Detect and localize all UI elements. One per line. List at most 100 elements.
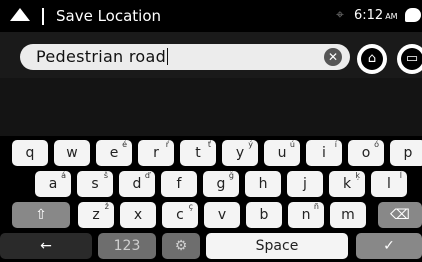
key-label: f <box>176 176 182 192</box>
key-r[interactable]: rŕ <box>138 140 174 166</box>
key-label: ✓ <box>383 238 395 254</box>
title-separator <box>42 8 44 25</box>
clock-ampm: AM <box>385 12 398 21</box>
back-arrow-key[interactable]: ← <box>0 233 92 259</box>
shift-key[interactable]: ⇧ <box>12 202 70 228</box>
suggestions-area <box>0 78 422 136</box>
key-label: m <box>341 207 355 223</box>
clear-icon[interactable]: ✕ <box>324 48 342 66</box>
page-title: Save Location <box>56 7 162 25</box>
key-label: i <box>322 145 326 161</box>
briefcase-icon: ▭ <box>401 48 422 70</box>
back-icon[interactable] <box>10 8 30 21</box>
text-caret <box>167 48 169 65</box>
search-input[interactable]: Pedestrian road <box>36 47 169 67</box>
key-label: e <box>109 145 119 161</box>
key-j[interactable]: j <box>287 171 323 197</box>
key-x[interactable]: x <box>120 202 156 228</box>
confirm-key[interactable]: ✓ <box>356 233 422 259</box>
key-label: a <box>48 176 58 192</box>
key-label: g <box>216 176 226 192</box>
key-p[interactable]: p <box>390 140 422 166</box>
key-label: l <box>387 176 391 192</box>
key-label: j <box>303 176 307 192</box>
save-location-button[interactable]: ▭ <box>397 44 422 74</box>
key-label: w <box>66 145 78 161</box>
key-alt-char: ú <box>289 140 295 149</box>
key-h[interactable]: h <box>245 171 281 197</box>
key-u[interactable]: uú <box>264 140 300 166</box>
key-label: r <box>153 145 159 161</box>
gps-off-icon: ⌖ <box>336 7 344 23</box>
key-c[interactable]: cç <box>162 202 198 228</box>
key-label: x <box>133 207 143 223</box>
key-label: t <box>195 145 201 161</box>
key-w[interactable]: w <box>54 140 90 166</box>
key-v[interactable]: v <box>204 202 240 228</box>
key-l[interactable]: lĺ <box>371 171 407 197</box>
settings-key[interactable]: ⚙ <box>162 233 200 259</box>
key-alt-char: í <box>334 140 337 149</box>
key-label: b <box>259 207 269 223</box>
key-label: d <box>132 176 142 192</box>
home-button[interactable]: ⌂ <box>357 44 387 74</box>
key-s[interactable]: sš <box>77 171 113 197</box>
key-label: k <box>342 176 352 192</box>
key-label: ⌫ <box>390 207 410 223</box>
key-z[interactable]: zž <box>78 202 114 228</box>
key-alt-char: ç <box>188 202 193 211</box>
key-e[interactable]: eé <box>96 140 132 166</box>
key-alt-char: é <box>122 140 127 149</box>
key-label: p <box>403 145 413 161</box>
key-label: ⚙ <box>174 238 188 254</box>
onscreen-keyboard: q w e é r ŕ t ť y ý u ú i í o ó p a á s š d ď f g ğ h j k ķ l ĺ ⇧ z ž x c ç v b… <box>0 136 422 262</box>
key-t[interactable]: tť <box>180 140 216 166</box>
key-alt-char: ŕ <box>165 140 169 149</box>
key-alt-char: ñ <box>313 202 319 211</box>
key-alt-char: ó <box>374 140 379 149</box>
key-label: Space <box>255 238 299 254</box>
key-label: o <box>361 145 371 161</box>
key-label: q <box>25 145 35 161</box>
key-d[interactable]: dď <box>119 171 155 197</box>
key-alt-char: ĺ <box>399 171 402 180</box>
key-k[interactable]: kķ <box>329 171 365 197</box>
home-icon: ⌂ <box>361 48 383 70</box>
key-label: s <box>91 176 99 192</box>
key-label: n <box>301 207 311 223</box>
search-field[interactable]: Pedestrian road ✕ <box>20 44 350 70</box>
key-label: ⇧ <box>35 207 47 223</box>
key-alt-char: š <box>103 171 108 180</box>
key-label: 123 <box>113 238 141 254</box>
key-label: u <box>277 145 287 161</box>
search-value: Pedestrian road <box>36 47 167 66</box>
key-alt-char: ď <box>144 171 150 180</box>
key-label: ← <box>40 238 52 254</box>
key-alt-char: á <box>61 171 66 180</box>
key-alt-char: ķ <box>355 171 360 180</box>
key-q[interactable]: q <box>12 140 48 166</box>
message-icon[interactable] <box>405 8 421 22</box>
space-key[interactable]: Space <box>206 233 348 259</box>
key-alt-char: ğ <box>228 171 234 180</box>
status-clock: 6:12 AM <box>354 8 398 23</box>
key-y[interactable]: yý <box>222 140 258 166</box>
key-alt-char: ý <box>248 140 253 149</box>
key-m[interactable]: m <box>330 202 366 228</box>
key-g[interactable]: gğ <box>203 171 239 197</box>
key-f[interactable]: f <box>161 171 197 197</box>
key-label: v <box>217 207 227 223</box>
key-i[interactable]: ií <box>306 140 342 166</box>
key-label: z <box>92 207 100 223</box>
key-a[interactable]: aá <box>35 171 71 197</box>
numbers-key[interactable]: 123 <box>98 233 156 259</box>
key-label: h <box>258 176 268 192</box>
title-bar: Save Location ⌖ 6:12 AM <box>0 0 422 32</box>
key-b[interactable]: b <box>246 202 282 228</box>
backspace-key[interactable]: ⌫ <box>378 202 422 228</box>
clock-time: 6:12 <box>354 8 384 23</box>
key-alt-char: ť <box>207 140 211 149</box>
key-label: c <box>176 207 184 223</box>
key-o[interactable]: oó <box>348 140 384 166</box>
key-n[interactable]: nñ <box>288 202 324 228</box>
